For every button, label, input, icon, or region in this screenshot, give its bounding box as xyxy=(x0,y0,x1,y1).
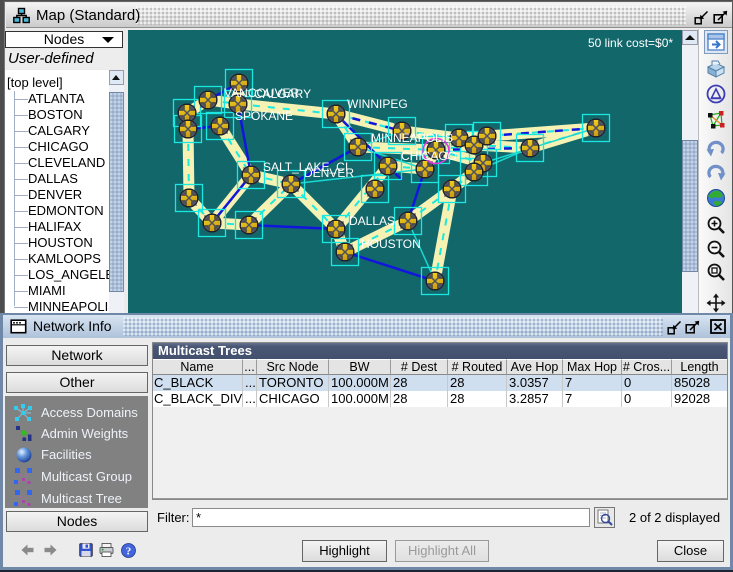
svg-text:CALGARY: CALGARY xyxy=(254,87,311,101)
svg-text:WINNIPEG: WINNIPEG xyxy=(347,97,408,111)
svg-text:DALLAS: DALLAS xyxy=(349,214,395,228)
svg-text:CHICAGO: CHICAGO xyxy=(401,149,457,163)
svg-text:?: ? xyxy=(126,545,132,557)
svg-text:HOUSTON: HOUSTON xyxy=(361,237,421,251)
svg-text:MINNEAPOLIS: MINNEAPOLIS xyxy=(371,131,453,145)
svg-text:DENVER: DENVER xyxy=(304,166,354,180)
svg-text:SPOKANE: SPOKANE xyxy=(235,109,293,123)
svg-text:50 link cost=$0*: 50 link cost=$0* xyxy=(588,36,673,50)
